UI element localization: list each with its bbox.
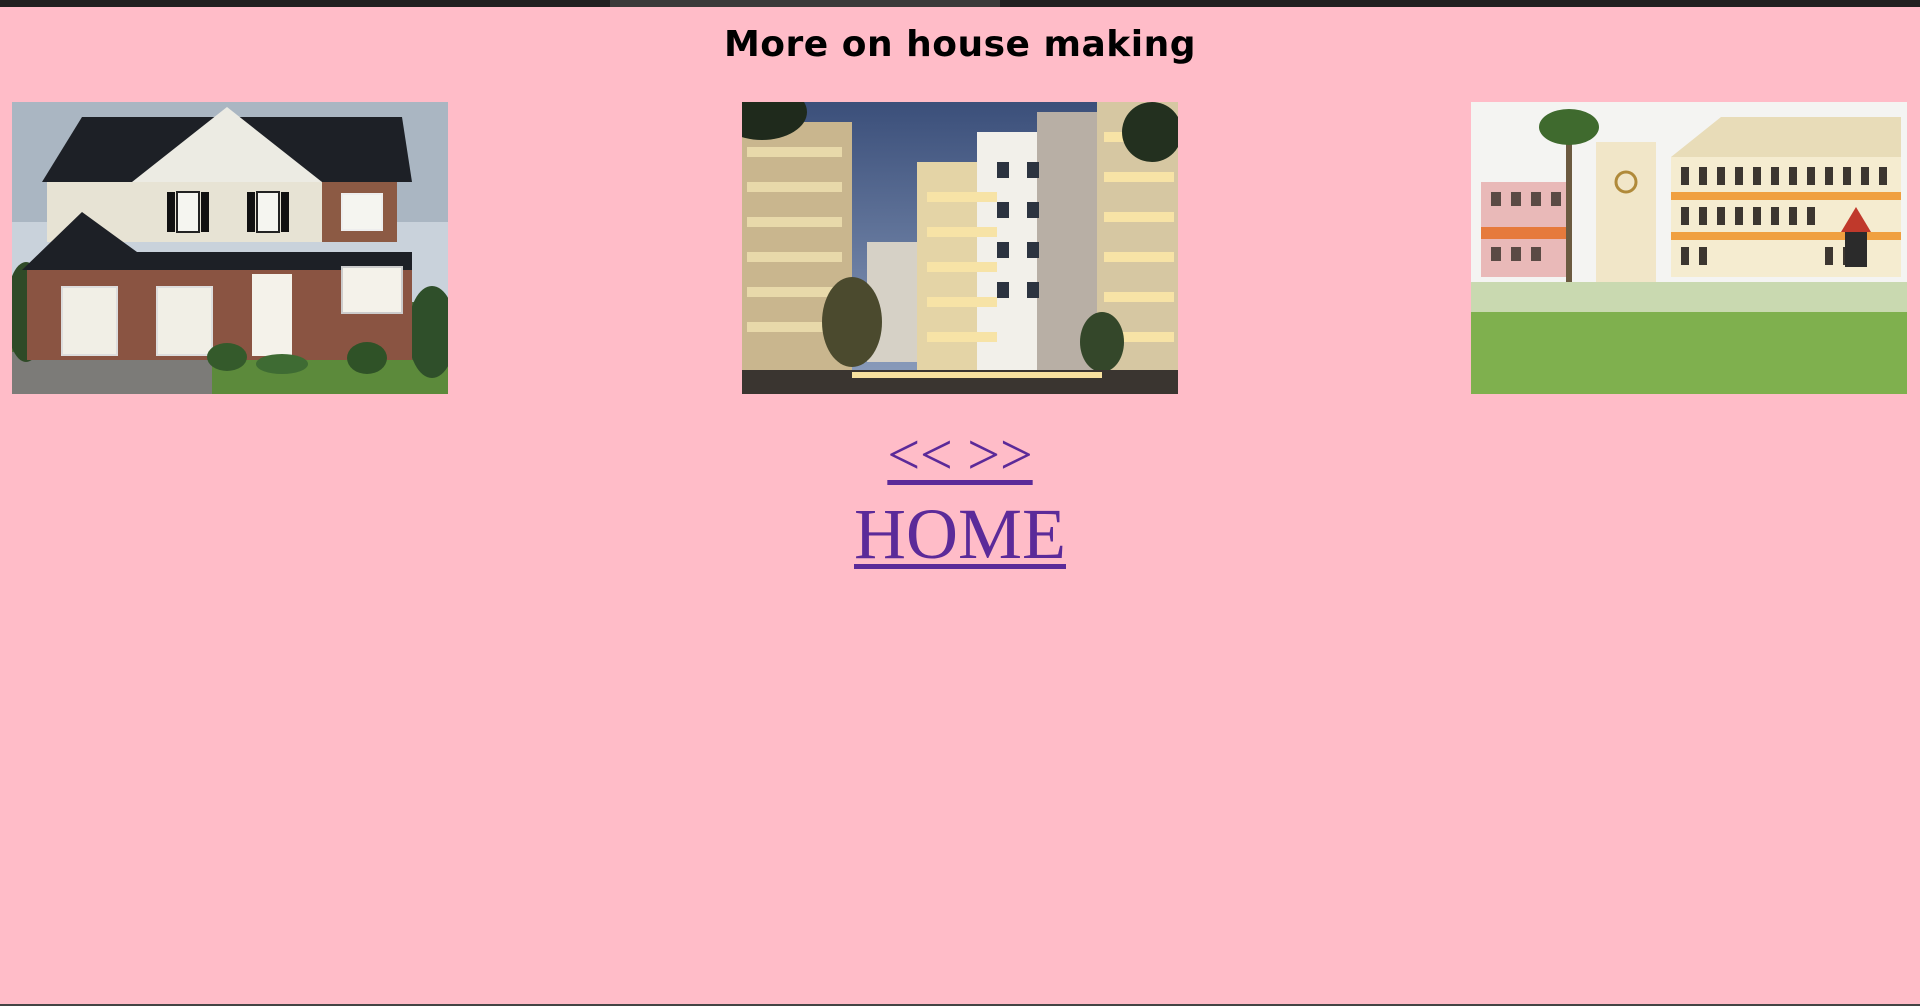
page-title: More on house making <box>723 24 1196 65</box>
home-link[interactable]: HOME <box>854 490 1066 578</box>
nav-links: << >> HOME <box>0 420 1920 578</box>
apartment-photo <box>742 102 1178 394</box>
school-building-photo <box>1471 102 1907 394</box>
apartment-photo-drawing <box>742 102 1178 394</box>
house-photo-drawing <box>12 102 448 394</box>
browser-tab-strip <box>610 0 1000 7</box>
browser-top-bar <box>0 0 1920 7</box>
school-building-photo-drawing <box>1471 102 1907 394</box>
prev-next-link[interactable]: << >> <box>887 420 1032 490</box>
house-photo <box>12 102 448 394</box>
